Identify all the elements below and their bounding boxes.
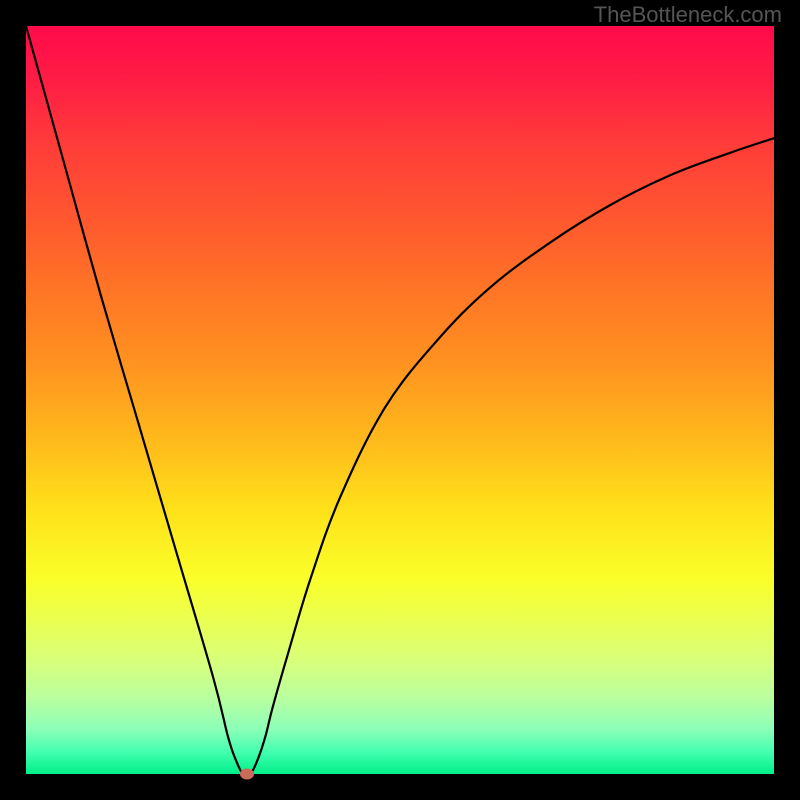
optimal-point-marker [240,769,254,780]
chart-plot-area [26,26,774,774]
watermark-text: TheBottleneck.com [594,2,782,28]
bottleneck-curve [26,26,774,774]
